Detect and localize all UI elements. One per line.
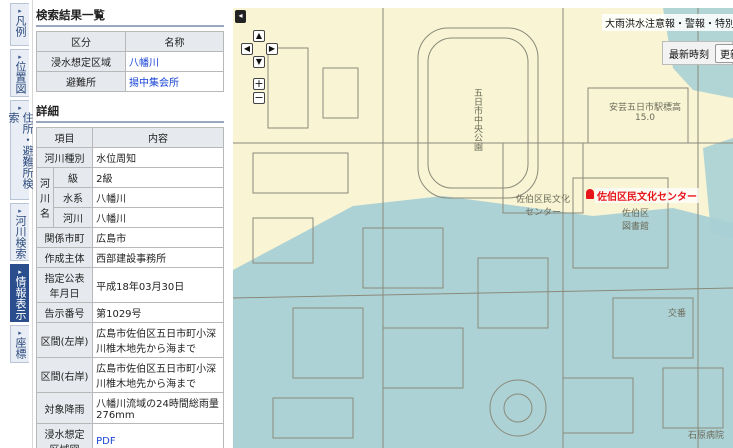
details-table: 項目 内容 河川種別 水位周知 河川名級 2級 水系 八幡川 河川 八幡川 関係市町 広島… — [35, 127, 224, 448]
tab-label: 住所・避難所検索 — [7, 112, 34, 189]
tab-info-display[interactable]: ▸ 情報表示 — [10, 264, 29, 322]
map-view[interactable]: 五日市中央公園 佐伯区民文化センター 佐伯区図書館 安芸五日市駅標高15.0 交… — [233, 8, 733, 448]
field-label: 対象降雨 — [35, 392, 94, 424]
search-results-heading: 検索結果一覧 — [36, 7, 224, 27]
pan-right-button[interactable]: ▶ — [266, 43, 278, 55]
tab-location-map[interactable]: ▸ 位置図 — [10, 49, 29, 97]
warning-layer-label: 大雨洪水注意報・警報・特別 — [602, 14, 733, 31]
pan-left-button[interactable]: ◀ — [241, 43, 253, 55]
field-value: 広島市佐伯区五日市町小深川椎木地先から海まで — [92, 357, 224, 393]
column-header: 区分 — [36, 31, 126, 52]
field-value: 平成18年03月30日 — [92, 267, 224, 303]
tab-legend[interactable]: ▸ 凡例 — [10, 3, 29, 46]
tab-arrow-icon: ▸ — [18, 268, 22, 276]
field-label: 河川名 — [36, 167, 54, 228]
tab-label: 河川検索 — [14, 215, 27, 259]
zoom-in-button[interactable]: + — [253, 78, 265, 90]
koban-map-label: 交番 — [668, 309, 687, 319]
column-header: 名称 — [125, 31, 224, 52]
field-label: 浸水想定区域図 — [35, 423, 94, 448]
field-label: 告示番号 — [35, 302, 94, 323]
field-value: 第1029号 — [92, 302, 224, 323]
column-header: 内容 — [92, 127, 224, 148]
tab-arrow-icon: ▸ — [18, 329, 22, 337]
field-value: 広島市佐伯区五日市町小深川椎木地先から海まで — [92, 322, 224, 358]
tab-arrow-icon: ▸ — [18, 104, 22, 112]
tab-arrow-icon: ▸ — [18, 7, 22, 15]
side-tab-strip: ▸ 凡例 ▸ 位置図 ▸ 住所・避難所検索 ▸ 河川検索 ▸ 情報表示 ▸ 座標 — [0, 0, 34, 448]
tab-label: 凡例 — [14, 15, 27, 37]
update-button[interactable]: 更新 — [715, 43, 733, 63]
search-results-table: 区分 名称 浸水想定区域 八幡川 避難所 揚中集会所 — [36, 31, 224, 92]
info-panel: 検索結果一覧 区分 名称 浸水想定区域 八幡川 避難所 揚中集会所 詳細 項目 … — [33, 0, 228, 448]
latest-time-label: 最新時刻 — [669, 49, 709, 61]
tab-arrow-icon: ▸ — [18, 207, 22, 215]
tab-river-search[interactable]: ▸ 河川検索 — [10, 203, 29, 261]
culture-center-map-label: 佐伯区民文化センター — [515, 195, 570, 218]
map-canvas — [233, 8, 733, 448]
tab-coordinates[interactable]: ▸ 座標 — [10, 325, 29, 363]
tab-address-shelter-search[interactable]: ▸ 住所・避難所検索 — [7, 100, 34, 200]
park-label: 五日市中央公園 — [472, 88, 482, 151]
tab-label: 情報表示 — [14, 276, 27, 320]
field-label: 関係市町 — [35, 227, 94, 248]
field-value: 八幡川 — [92, 187, 224, 208]
field-value: 水位周知 — [92, 147, 224, 168]
field-value: 西部建設事務所 — [92, 247, 224, 268]
pan-up-button[interactable]: ▲ — [253, 30, 265, 42]
field-value: 広島市 — [92, 227, 224, 248]
result-category: 浸水想定区域 — [36, 51, 126, 72]
result-name-link[interactable]: 揚中集会所 — [125, 71, 224, 92]
facility-pin-icon[interactable] — [586, 189, 594, 199]
field-label: 水系 — [52, 187, 94, 208]
field-label: 作成主体 — [35, 247, 94, 268]
tab-label: 位置図 — [14, 61, 27, 94]
field-value: 2級 — [92, 167, 224, 188]
tab-label: 座標 — [14, 337, 27, 359]
pdf-link[interactable]: PDF — [92, 423, 224, 448]
field-label: 河川 — [52, 207, 94, 228]
field-label: 区間(左岸) — [35, 322, 94, 358]
table-row[interactable]: 浸水想定区域 八幡川 — [36, 51, 224, 72]
pan-down-button[interactable]: ▼ — [253, 56, 265, 68]
details-heading: 詳細 — [36, 103, 224, 123]
tab-arrow-icon: ▸ — [18, 53, 22, 61]
library-map-label: 佐伯区図書館 — [621, 209, 649, 232]
facility-label[interactable]: 佐伯区民文化センター — [595, 188, 699, 203]
monument-map-label: 安芸五日市駅標高15.0 — [608, 103, 681, 123]
result-category: 避難所 — [36, 71, 126, 92]
field-value: 八幡川流域の24時間総雨量276mm — [92, 392, 224, 424]
field-label: 河川種別 — [35, 147, 94, 168]
result-name-link[interactable]: 八幡川 — [125, 51, 224, 72]
field-label: 区間(右岸) — [35, 357, 94, 393]
field-label: 指定公表年月日 — [35, 267, 94, 303]
table-row[interactable]: 避難所 揚中集会所 — [36, 71, 224, 92]
time-box: 最新時刻 更新 — [662, 41, 733, 65]
collapse-panel-button[interactable]: ◂ — [235, 10, 246, 23]
field-label: 級 — [52, 167, 94, 188]
zoom-out-button[interactable]: − — [253, 92, 265, 104]
field-value: 八幡川 — [92, 207, 224, 228]
column-header: 項目 — [35, 127, 94, 148]
hospital-map-label: 石原病院 — [688, 431, 725, 441]
